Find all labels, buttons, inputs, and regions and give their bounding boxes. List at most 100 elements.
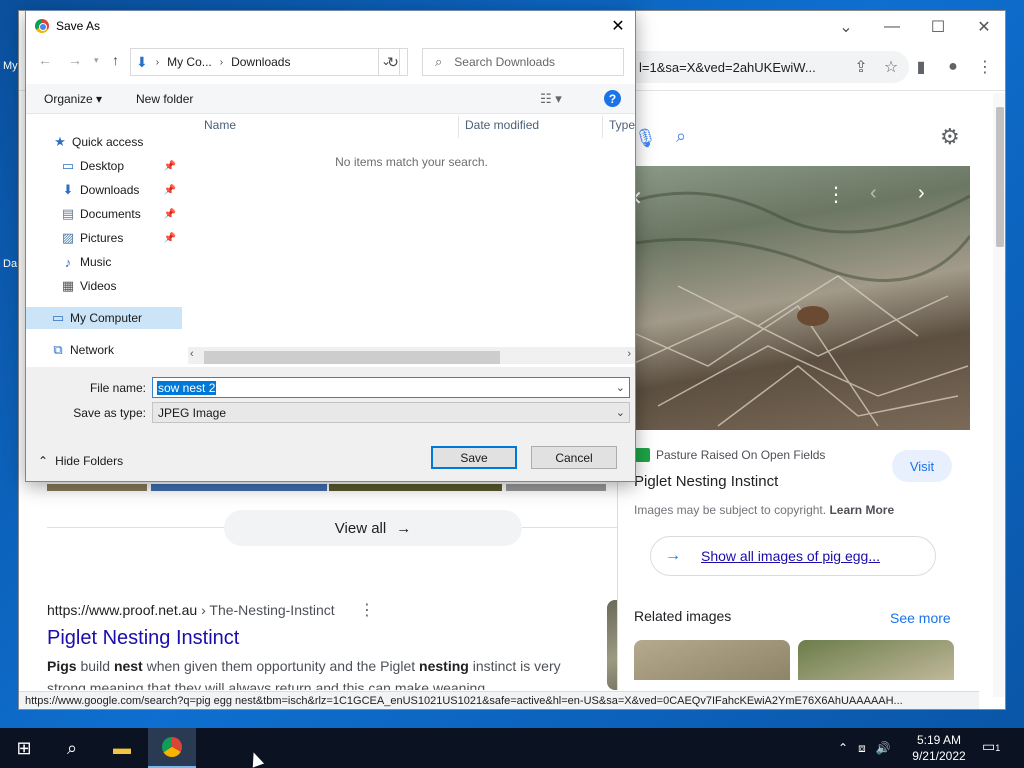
maximize-button[interactable]: ☐ — [916, 15, 960, 39]
nav-downloads[interactable]: ⬇ Downloads 📌 — [26, 179, 182, 201]
notification-count: 1 — [995, 743, 1001, 753]
new-folder-button[interactable]: New folder — [136, 92, 193, 106]
share-icon[interactable]: ⇪ — [849, 55, 873, 79]
settings-gear-icon[interactable]: ⚙ — [940, 124, 960, 150]
nav-music[interactable]: ♪ Music — [26, 251, 182, 273]
file-explorer-icon[interactable]: ▬ — [98, 728, 146, 768]
hide-folders-button[interactable]: ⌃ Hide Folders — [38, 454, 123, 468]
image-thumbnail[interactable] — [151, 484, 327, 491]
related-image[interactable] — [634, 640, 790, 680]
view-options-icon[interactable]: ☷ ▾ — [540, 91, 562, 107]
related-images-heading: Related images — [634, 608, 732, 624]
side-panel-icon[interactable]: ▮ — [909, 55, 933, 79]
learn-more-link[interactable]: Learn More — [829, 503, 894, 517]
forward-icon[interactable]: → — [68, 52, 82, 68]
image-title[interactable]: Piglet Nesting Instinct — [634, 473, 778, 490]
divider — [47, 527, 224, 528]
view-all-button[interactable]: View all → — [224, 510, 522, 546]
file-name-value: sow nest 2 — [157, 381, 217, 395]
breadcrumb-downloads[interactable]: Downloads — [231, 55, 290, 69]
see-more-link[interactable]: See more — [890, 610, 951, 626]
column-divider[interactable] — [458, 116, 459, 138]
cancel-button[interactable]: Cancel — [531, 446, 617, 469]
close-window-button[interactable]: ✕ — [962, 15, 1005, 39]
image-thumbnail[interactable] — [329, 484, 502, 491]
panel-header: 🎙 ⌕ ⚙ — [618, 92, 989, 166]
breadcrumb-computer[interactable]: My Co... — [167, 55, 212, 69]
desktop-icon-label[interactable]: Da — [3, 258, 17, 270]
computer-icon: ▭ — [51, 310, 65, 325]
volume-icon[interactable]: 🔊 — [876, 741, 891, 755]
preview-image[interactable]: ✕ ⋮ ‹ › — [618, 166, 970, 430]
search-icon[interactable]: ⌕ — [48, 728, 96, 768]
network-icon[interactable]: ⧈ — [858, 741, 866, 756]
previous-icon[interactable]: ‹ — [870, 182, 877, 205]
profile-avatar-icon[interactable]: ● — [941, 55, 965, 79]
nav-videos[interactable]: ▦ Videos — [26, 275, 182, 297]
clock[interactable]: 5:19 AM 9/21/2022 — [905, 732, 973, 764]
divider — [522, 527, 617, 528]
pin-icon: 📌 — [163, 208, 176, 220]
save-type-select[interactable]: JPEG Image ⌄ — [152, 402, 630, 423]
preview-image-texture — [618, 191, 970, 427]
source-name: Pasture Raised On Open Fields — [656, 448, 826, 462]
nav-pictures[interactable]: ▨ Pictures 📌 — [26, 227, 182, 249]
image-thumbnail[interactable] — [47, 484, 147, 491]
related-image[interactable] — [798, 640, 954, 680]
result-url[interactable]: https://www.proof.net.au › The-Nesting-I… — [47, 602, 335, 618]
scrollbar-thumb[interactable] — [204, 351, 500, 364]
scroll-right-icon[interactable]: › — [627, 348, 631, 360]
refresh-button[interactable]: ↻ — [378, 48, 408, 76]
save-type-value: JPEG Image — [158, 406, 227, 420]
nav-network[interactable]: ⧉ Network — [26, 339, 182, 361]
visit-button[interactable]: Visit — [892, 450, 952, 482]
save-button[interactable]: Save — [431, 446, 517, 469]
chevron-down-icon: ⌄ — [615, 407, 625, 419]
scroll-left-icon[interactable]: ‹ — [190, 348, 194, 360]
file-list: Name Date modified Type No items match y… — [188, 114, 635, 364]
image-thumbnail[interactable] — [506, 484, 606, 491]
close-icon[interactable]: ✕ — [604, 15, 632, 37]
chevron-down-icon[interactable]: ⌄ — [616, 381, 625, 394]
nav-quick-access[interactable]: ★ Quick access — [26, 131, 182, 153]
result-more-icon[interactable]: ⋮ — [359, 600, 375, 620]
chrome-menu-icon[interactable]: ⋮ — [973, 55, 997, 79]
search-icon: ⌕ — [435, 54, 443, 69]
next-icon[interactable]: › — [918, 182, 925, 205]
show-all-images-button[interactable]: → Show all images of pig egg... — [650, 536, 936, 576]
image-source[interactable]: Pasture Raised On Open Fields — [634, 448, 825, 462]
bookmark-star-icon[interactable]: ☆ — [879, 55, 903, 79]
recent-locations-icon[interactable]: ▾ — [94, 55, 99, 66]
back-icon[interactable]: ← — [38, 52, 52, 68]
windows-start-icon[interactable]: ⊞ — [0, 728, 48, 768]
column-divider[interactable] — [602, 116, 603, 138]
search-placeholder: Search Downloads — [454, 55, 556, 69]
chevron-up-icon[interactable]: ⌃ — [838, 741, 848, 755]
minimize-button[interactable]: — — [870, 15, 914, 39]
chrome-taskbar-icon[interactable] — [148, 728, 196, 768]
file-name-input[interactable]: sow nest 2 ⌄ — [152, 377, 630, 398]
notification-icon[interactable]: ▭1 — [982, 738, 1000, 755]
address-bar[interactable]: ⬇ › My Co... › Downloads ⌄ — [130, 48, 400, 76]
desktop-icon-label[interactable]: My — [3, 60, 18, 72]
nav-documents[interactable]: ▤ Documents 📌 — [26, 203, 182, 225]
chrome-logo-icon — [35, 19, 49, 33]
up-icon[interactable]: ↑ — [112, 52, 119, 68]
more-options-icon[interactable]: ⋮ — [826, 182, 846, 207]
column-header-name[interactable]: Name — [204, 118, 236, 140]
nav-my-computer[interactable]: ▭ My Computer — [26, 307, 182, 329]
result-title-link[interactable]: Piglet Nesting Instinct — [47, 627, 239, 650]
result-path: › The-Nesting-Instinct — [197, 602, 335, 618]
tab-search-icon[interactable]: ⌄ — [824, 15, 868, 39]
help-icon[interactable]: ? — [604, 90, 621, 107]
mic-icon[interactable]: 🎙 — [634, 128, 657, 149]
column-header-date[interactable]: Date modified — [465, 118, 539, 140]
nav-desktop[interactable]: ▭ Desktop 📌 — [26, 155, 182, 177]
column-header-type[interactable]: Type — [609, 118, 635, 140]
preview-image-animal — [797, 306, 829, 326]
search-input[interactable]: ⌕ Search Downloads — [422, 48, 624, 76]
show-all-label: Show all images of pig egg... — [701, 548, 880, 564]
organize-button[interactable]: Organize ▾ — [44, 92, 102, 106]
search-icon[interactable]: ⌕ — [676, 126, 686, 147]
scrollbar-thumb[interactable] — [996, 107, 1004, 247]
